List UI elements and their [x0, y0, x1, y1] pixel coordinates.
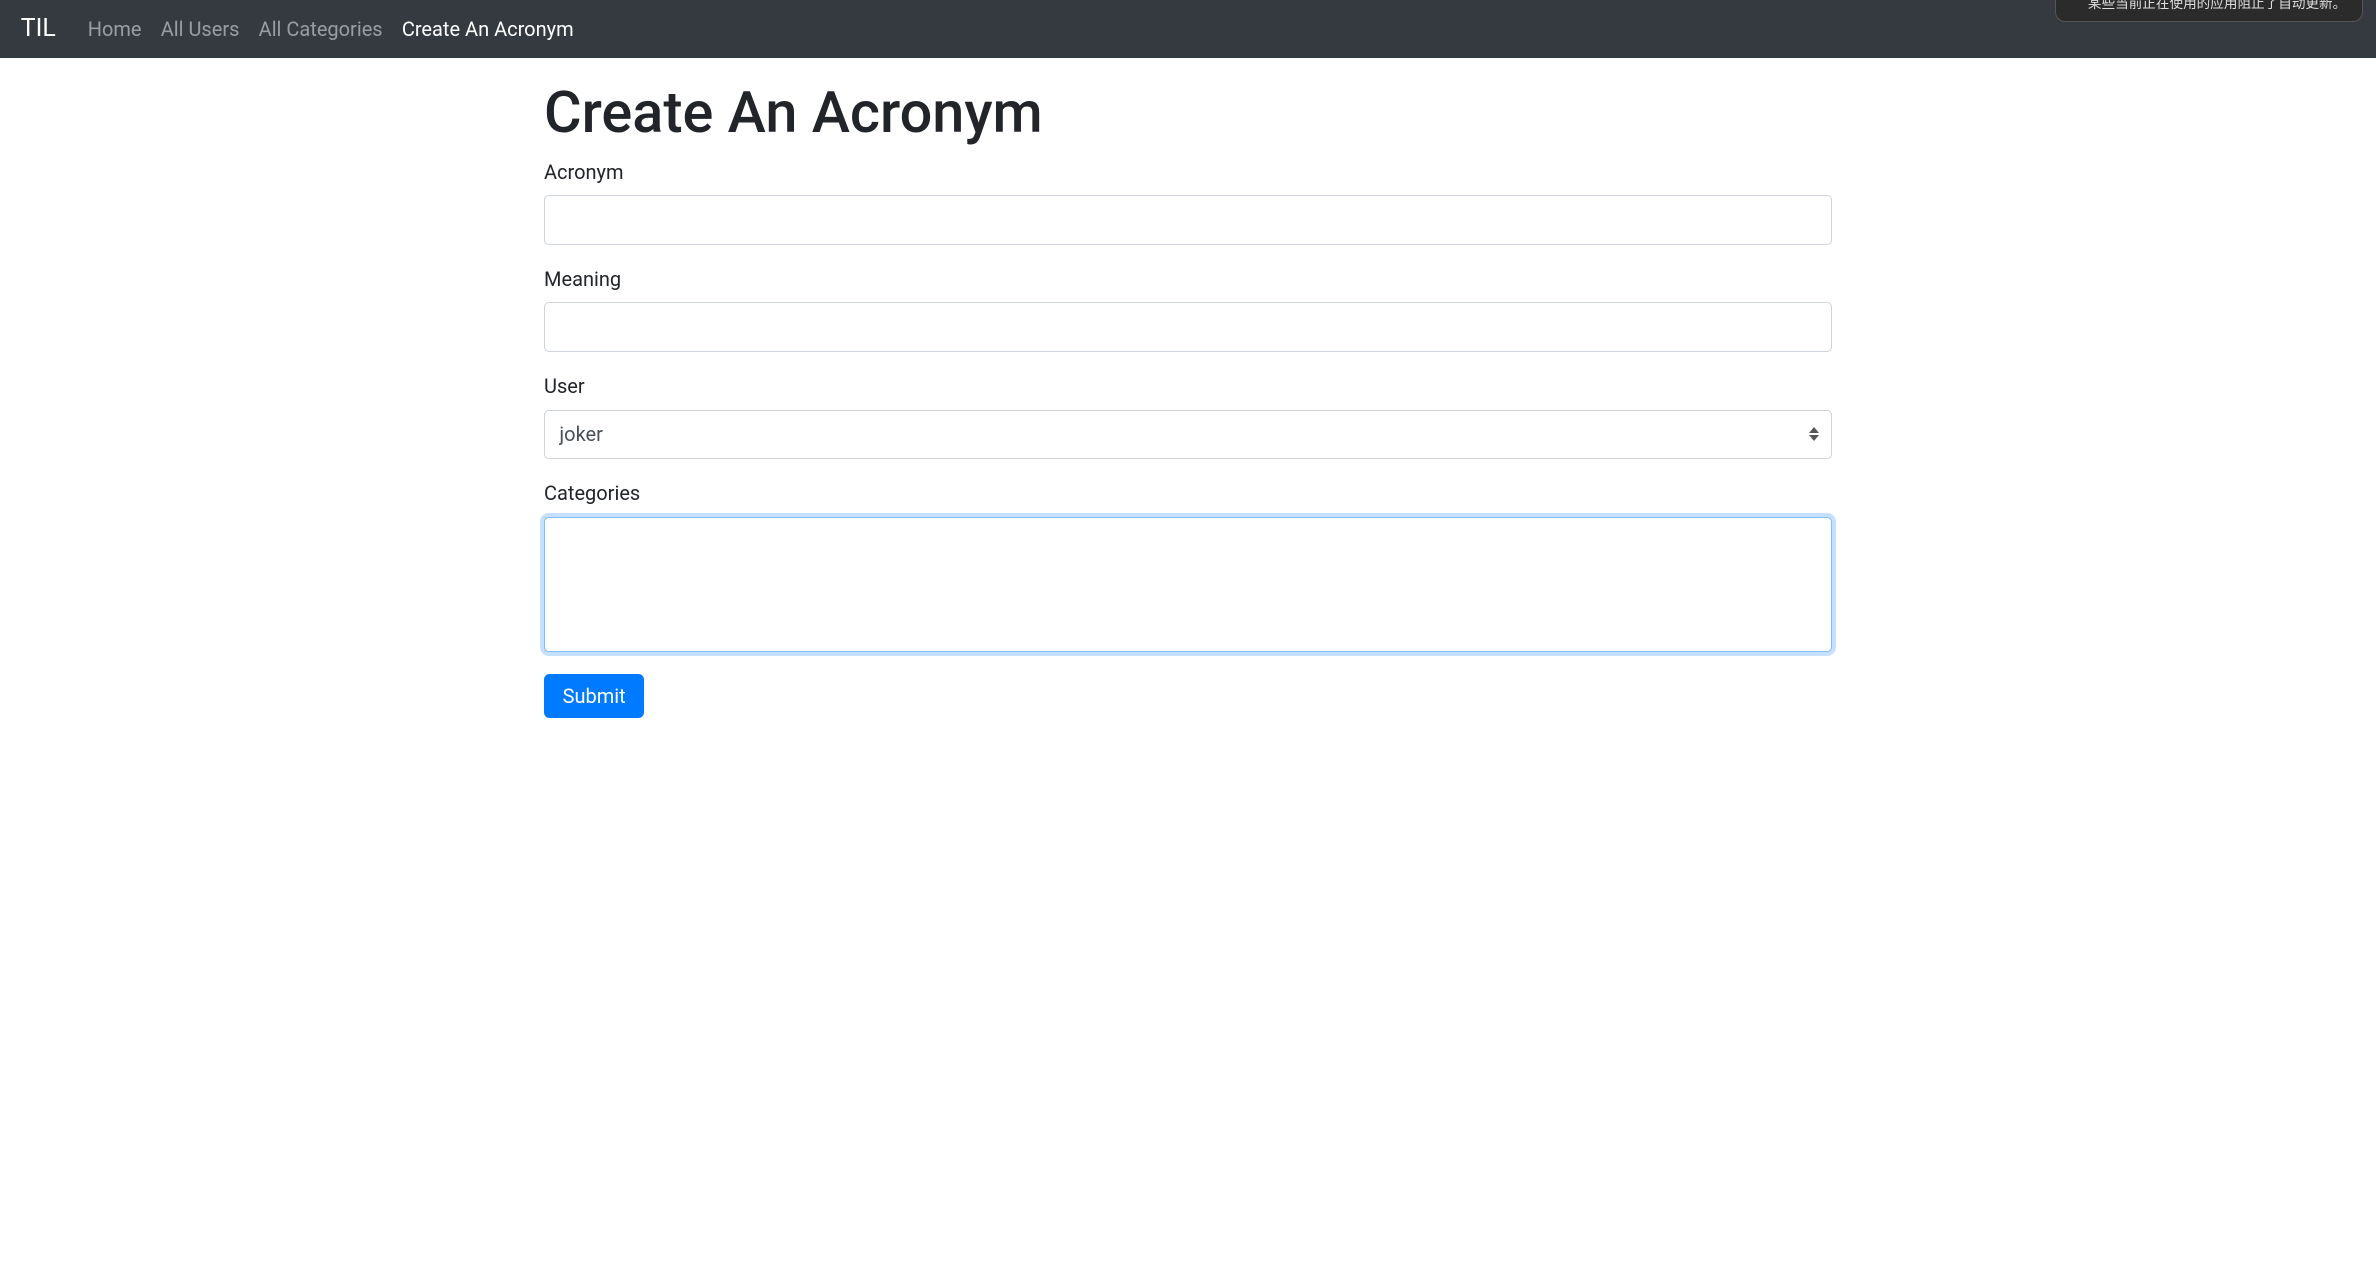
categories-select[interactable] — [544, 517, 1832, 652]
nav-all-users[interactable]: All Users — [161, 17, 240, 41]
form-group-acronym: Acronym — [544, 160, 1832, 245]
submit-button[interactable]: Submit — [544, 674, 644, 718]
form-group-categories: Categories — [544, 481, 1832, 651]
meaning-input[interactable] — [544, 302, 1832, 352]
form-group-meaning: Meaning — [544, 267, 1832, 352]
user-select-wrap: joker — [544, 410, 1832, 460]
meaning-label: Meaning — [544, 267, 1832, 291]
user-select[interactable]: joker — [544, 410, 1832, 460]
navbar: TIL Home All Users All Categories Create… — [0, 0, 2376, 58]
nav-create-acronym[interactable]: Create An Acronym — [402, 17, 574, 41]
acronym-input[interactable] — [544, 195, 1832, 245]
form-group-user: User joker — [544, 374, 1832, 459]
brand-link[interactable]: TIL — [21, 14, 56, 43]
user-label: User — [544, 374, 1832, 398]
create-acronym-form: Acronym Meaning User joker Categories — [544, 160, 1832, 718]
nav-home[interactable]: Home — [88, 17, 142, 41]
acronym-label: Acronym — [544, 160, 1832, 184]
page-title: Create An Acronym — [544, 80, 1832, 147]
nav-all-categories[interactable]: All Categories — [259, 17, 383, 41]
main-container: Create An Acronym Acronym Meaning User j… — [528, 80, 1848, 717]
system-notification: 某些当前正在使用的应用阻止了自动更新。 — [2055, 0, 2363, 22]
categories-label: Categories — [544, 481, 1832, 505]
